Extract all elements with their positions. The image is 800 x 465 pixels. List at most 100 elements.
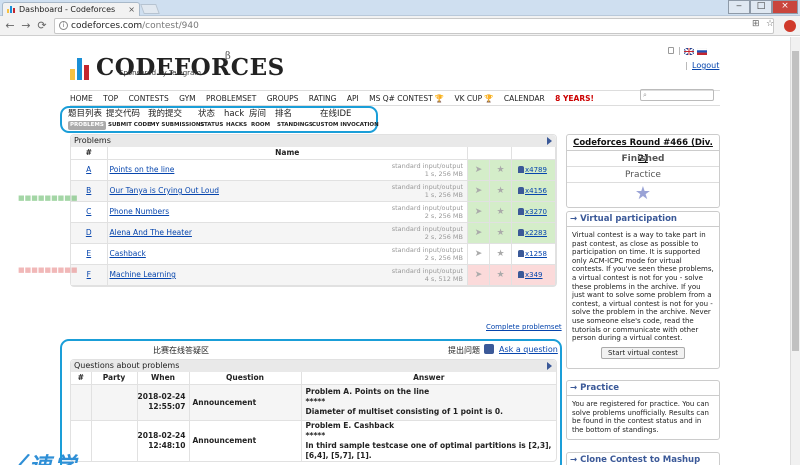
menu-problemset[interactable]: PROBLEMSET bbox=[206, 94, 256, 103]
problem-name-link[interactable]: Machine Learning bbox=[110, 270, 176, 279]
tab-status[interactable]: 状态 STATUS bbox=[198, 109, 225, 130]
menu-8-years[interactable]: 8 YEARS! bbox=[555, 94, 594, 103]
tab-close-icon[interactable]: × bbox=[128, 3, 135, 16]
bookmark-star-icon[interactable]: ☆ bbox=[766, 19, 774, 29]
problem-name-link[interactable]: Phone Numbers bbox=[110, 207, 170, 216]
question-answer: Problem E. Cashback ***** In third sample … bbox=[305, 420, 552, 460]
reload-icon[interactable]: ⟳ bbox=[35, 18, 49, 34]
clone-title[interactable]: → Clone Contest to Mashup bbox=[567, 453, 719, 465]
favourite-star-icon[interactable]: ★ bbox=[489, 243, 512, 265]
problem-row: F Machine Learning standard input/output 4 … bbox=[71, 264, 556, 286]
question-row: 2018-02-24 12:48:10 Announcement Problem … bbox=[71, 420, 556, 461]
sponsored-text: Sponsored by Telegram bbox=[119, 69, 202, 77]
menu-search-input[interactable]: ⌕ bbox=[640, 89, 714, 101]
submit-icon[interactable]: ➤ bbox=[467, 180, 490, 202]
browser-titlebar: Dashboard - Codeforces × ‒ □ × bbox=[0, 0, 800, 16]
tab-custom-invocation[interactable]: 在线IDE CUSTOM INVOCATION bbox=[310, 109, 381, 130]
maximize-button[interactable]: □ bbox=[750, 0, 772, 14]
problem-name-link[interactable]: Alena And The Heater bbox=[110, 228, 192, 237]
problem-name-cell: Machine Learning standard input/output 4 s… bbox=[107, 264, 468, 286]
problem-limits: standard input/output 2 s, 256 MB bbox=[391, 224, 463, 241]
complete-problemset-link[interactable]: Complete problemset bbox=[486, 323, 562, 331]
menu-api[interactable]: API bbox=[347, 94, 359, 103]
tab-problems[interactable]: 题目列表 PROBLEMS bbox=[68, 109, 106, 130]
codeforces-logo-icon[interactable] bbox=[70, 58, 90, 80]
tab-title: Dashboard - Codeforces bbox=[19, 5, 116, 14]
menu-contests[interactable]: CONTESTS bbox=[129, 94, 169, 103]
ask-question-link[interactable]: Ask a question bbox=[499, 345, 558, 354]
address-bar[interactable]: i codeforces.com/contest/940 bbox=[54, 18, 774, 34]
menu-home[interactable]: HOME bbox=[70, 94, 93, 103]
uk-flag-icon[interactable] bbox=[684, 48, 694, 55]
tab-standings[interactable]: 排名 STANDINGS bbox=[275, 109, 315, 130]
tab-submit-code[interactable]: 提交代码 SUBMIT CODE bbox=[106, 109, 153, 130]
problem-name-link[interactable]: Our Tanya is Crying Out Loud bbox=[110, 186, 219, 195]
menu-groups[interactable]: GROUPS bbox=[267, 94, 299, 103]
tab-hacks[interactable]: hack HACKS bbox=[224, 109, 249, 130]
submit-icon[interactable]: ➤ bbox=[467, 264, 490, 286]
menu-gym[interactable]: GYM bbox=[179, 94, 196, 103]
favourite-star-icon[interactable]: ★ bbox=[489, 264, 512, 286]
menu-vk-cup[interactable]: VK CUP 🏆 bbox=[454, 94, 493, 103]
new-tab-button[interactable] bbox=[140, 4, 160, 14]
solved-count[interactable]: x4789 bbox=[511, 159, 556, 181]
tab-room[interactable]: 房间 ROOM bbox=[249, 109, 272, 130]
problem-name-cell: Points on the line standard input/output 1… bbox=[107, 159, 468, 181]
submit-icon[interactable]: ➤ bbox=[467, 222, 490, 244]
solved-count[interactable]: x3270 bbox=[511, 201, 556, 223]
page-content: CODEFORCES β Sponsored by Telegram | | L… bbox=[0, 37, 790, 465]
round-title-link[interactable]: Codeforces Round #466 (Div. 2) bbox=[567, 135, 719, 164]
minimize-button[interactable]: ‒ bbox=[728, 0, 750, 14]
caption-arrow-icon[interactable] bbox=[547, 362, 552, 370]
question-text: Announcement bbox=[189, 420, 302, 461]
caption-arrow-icon[interactable] bbox=[547, 137, 552, 145]
problem-index[interactable]: C bbox=[71, 201, 108, 223]
submit-icon[interactable]: ➤ bbox=[467, 243, 490, 265]
browser-tab[interactable]: Dashboard - Codeforces × bbox=[2, 2, 140, 16]
submit-icon[interactable]: ➤ bbox=[467, 159, 490, 181]
ask-question-icon[interactable] bbox=[484, 344, 494, 354]
questions-section-label: 比赛在线答疑区 bbox=[153, 346, 209, 355]
problem-limits: standard input/output 1 s, 256 MB bbox=[391, 161, 463, 178]
solved-count[interactable]: x1258 bbox=[511, 243, 556, 265]
site-info-icon[interactable]: i bbox=[59, 21, 68, 30]
submit-icon[interactable]: ➤ bbox=[467, 201, 490, 223]
question-when: 2018-02-24 12:55:07 bbox=[137, 384, 190, 421]
back-icon[interactable]: ← bbox=[3, 18, 17, 34]
russia-flag-icon[interactable] bbox=[697, 48, 707, 55]
translate-icon[interactable]: ⊞ bbox=[752, 19, 760, 29]
extension-icon[interactable] bbox=[784, 20, 796, 32]
solved-count[interactable]: x349 bbox=[511, 264, 556, 286]
user-icon bbox=[518, 249, 524, 257]
problem-name-cell: Alena And The Heater standard input/outpu… bbox=[107, 222, 468, 244]
solved-count[interactable]: x4156 bbox=[511, 180, 556, 202]
problem-name-link[interactable]: Cashback bbox=[110, 249, 146, 258]
user-icon bbox=[518, 228, 524, 236]
questions-caption: Questions about problems bbox=[71, 360, 556, 372]
favourite-star-icon[interactable]: ★ bbox=[489, 159, 512, 181]
menu-ms-contest[interactable]: MS Q# CONTEST 🏆 bbox=[369, 94, 444, 103]
problem-index[interactable]: D bbox=[71, 222, 108, 244]
favourite-star-icon[interactable]: ★ bbox=[567, 183, 719, 207]
solved-count[interactable]: x2283 bbox=[511, 222, 556, 244]
menu-rating[interactable]: RATING bbox=[309, 94, 337, 103]
user-icon bbox=[518, 207, 524, 215]
forward-icon[interactable]: → bbox=[19, 18, 33, 34]
problem-row: B Our Tanya is Crying Out Loud standard in… bbox=[71, 180, 556, 202]
favourite-star-icon[interactable]: ★ bbox=[489, 201, 512, 223]
favourite-star-icon[interactable]: ★ bbox=[489, 180, 512, 202]
favourite-star-icon[interactable]: ★ bbox=[489, 222, 512, 244]
scrollbar-thumb[interactable] bbox=[792, 51, 799, 351]
menu-calendar[interactable]: CALENDAR bbox=[504, 94, 545, 103]
browser-navbar: ← → ⟳ i codeforces.com/contest/940 ⊞ ☆ bbox=[0, 16, 800, 36]
problem-index[interactable]: A bbox=[71, 159, 108, 181]
logout-link[interactable]: Logout bbox=[692, 61, 719, 70]
start-virtual-contest-button[interactable]: Start virtual contest bbox=[601, 346, 685, 359]
close-window-button[interactable]: × bbox=[772, 0, 798, 14]
page-scrollbar[interactable] bbox=[790, 37, 800, 465]
virtual-title: → Virtual participation bbox=[567, 212, 719, 227]
menu-top[interactable]: TOP bbox=[103, 94, 118, 103]
problem-index[interactable]: E bbox=[71, 243, 108, 265]
problem-name-link[interactable]: Points on the line bbox=[110, 165, 175, 174]
ask-question-label: 提出问题 bbox=[448, 346, 480, 355]
